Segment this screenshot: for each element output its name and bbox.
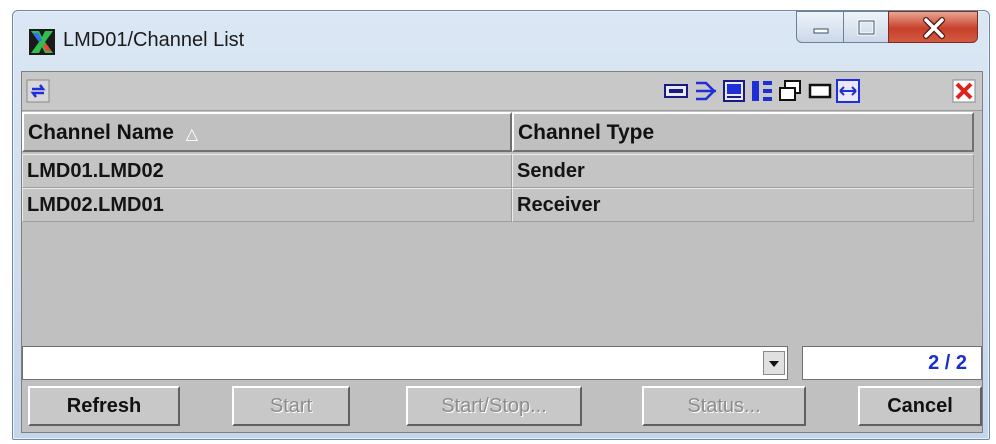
column-header-channel-type[interactable]: Channel Type <box>512 112 974 152</box>
item-counter: 2 / 2 <box>802 346 982 380</box>
refresh-button-label: Refresh <box>66 395 142 417</box>
tile-icon[interactable] <box>750 79 774 103</box>
start-button[interactable]: Start <box>232 386 350 426</box>
table-cell-channel-type[interactable]: Sender <box>512 154 974 188</box>
maximize-button[interactable] <box>843 11 889 43</box>
table-cell-channel-name[interactable]: LMD01.LMD02 <box>22 154 512 188</box>
split-icon[interactable] <box>694 79 718 103</box>
minimize-button[interactable] <box>796 11 844 43</box>
column-header-label: Channel Type <box>518 121 655 144</box>
cell-text: LMD01.LMD02 <box>27 160 164 182</box>
refresh-button[interactable]: Refresh <box>28 386 180 426</box>
cancel-button[interactable]: Cancel <box>858 386 982 426</box>
dropdown-arrow-button[interactable] <box>763 351 785 375</box>
close-icon <box>923 17 945 39</box>
cascade-icon[interactable] <box>778 79 802 103</box>
cell-text: LMD02.LMD01 <box>27 194 164 216</box>
column-header-channel-name[interactable]: Channel Name △ <box>22 112 512 152</box>
status-bar: 2 / 2 <box>22 344 982 382</box>
chevron-down-icon <box>769 361 779 367</box>
sort-ascending-icon: △ <box>185 126 199 143</box>
toolbar <box>22 72 982 111</box>
start-stop-button-label: Start/Stop... <box>441 395 547 417</box>
start-button-label: Start <box>269 395 313 417</box>
close-window-icon[interactable] <box>952 79 976 103</box>
minimize-icon <box>813 28 829 34</box>
single-pane-icon[interactable] <box>808 79 832 103</box>
maximize-icon <box>857 19 876 36</box>
filter-combobox[interactable] <box>22 346 788 380</box>
table-cell-channel-type[interactable]: Receiver <box>512 188 974 222</box>
title-bar[interactable]: LMD01/Channel List <box>13 11 989 69</box>
cell-text: Sender <box>517 160 585 182</box>
status-button[interactable]: Status... <box>642 386 806 426</box>
start-stop-button[interactable]: Start/Stop... <box>406 386 582 426</box>
close-button[interactable] <box>888 11 978 43</box>
window-title: LMD01/Channel List <box>63 29 245 51</box>
cell-text: Receiver <box>517 194 601 216</box>
channel-list-window: LMD01/Channel List Channel Name △ Channe… <box>12 10 990 440</box>
column-header-label: Channel Name <box>28 121 174 144</box>
channel-table: Channel Name △ Channel Type LMD01.LMD02 … <box>22 112 982 344</box>
fit-width-icon[interactable] <box>836 79 860 103</box>
filter-icon[interactable] <box>664 79 688 103</box>
channel-list-panel: Channel Name △ Channel Type LMD01.LMD02 … <box>21 71 983 433</box>
status-button-label: Status... <box>687 395 761 417</box>
columns-icon[interactable] <box>722 79 746 103</box>
app-icon <box>29 29 55 55</box>
refresh-arrows-icon[interactable] <box>26 79 50 103</box>
cancel-button-label: Cancel <box>887 395 953 417</box>
button-bar: Refresh Start Start/Stop... Status... Ca… <box>22 384 982 430</box>
table-cell-channel-name[interactable]: LMD02.LMD01 <box>22 188 512 222</box>
